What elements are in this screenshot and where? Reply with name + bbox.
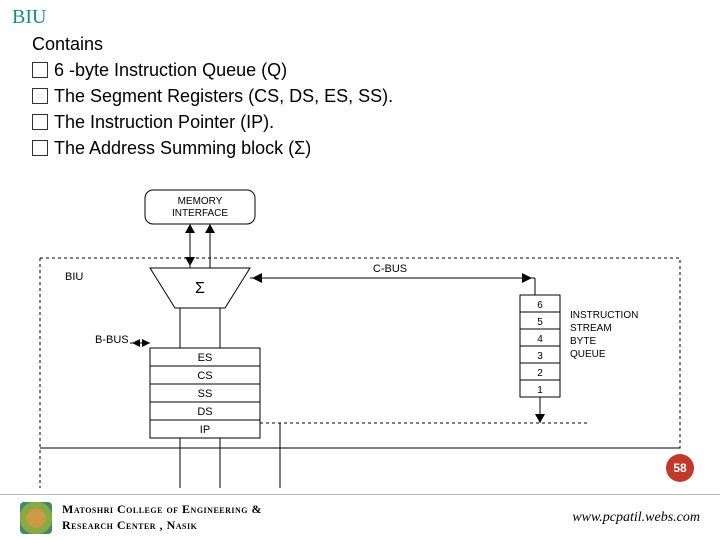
svg-text:3: 3 (537, 351, 543, 362)
svg-text:IP: IP (200, 424, 210, 436)
register-stack: ES CS SS DS IP (150, 348, 260, 438)
cbus-label: C-BUS (373, 263, 407, 275)
college-name: Matoshri College of Engineering & Resear… (62, 502, 262, 532)
bullet-box-icon (32, 88, 48, 104)
svg-text:STREAM: STREAM (570, 323, 612, 334)
svg-text:1: 1 (537, 385, 543, 396)
svg-text:2: 2 (537, 368, 543, 379)
bullet-list: Contains 6 -byte Instruction Queue (Q) T… (0, 29, 720, 161)
instruction-queue: 6 5 4 3 2 1 (520, 295, 560, 397)
svg-text:INTERFACE: INTERFACE (172, 208, 228, 219)
page-number-badge: 58 (666, 454, 694, 482)
biu-diagram: MEMORY INTERFACE Σ BIU C-BUS B-BUS ES CS… (30, 188, 690, 488)
svg-text:INSTRUCTION: INSTRUCTION (570, 310, 638, 321)
bullet-text: The Instruction Pointer (IP). (54, 109, 274, 135)
biu-lbl: BIU (65, 271, 83, 283)
bbus-label: B-BUS (95, 334, 129, 346)
mem-if-label: MEMORY (178, 196, 223, 207)
college-logo-icon (20, 502, 52, 534)
svg-text:CS: CS (197, 370, 212, 382)
svg-text:6: 6 (537, 300, 543, 311)
contains-label: Contains (32, 31, 103, 57)
svg-text:ES: ES (198, 352, 213, 364)
svg-text:QUEUE: QUEUE (570, 349, 606, 360)
slide-title: BIU (0, 0, 720, 29)
sigma-symbol: Σ (195, 280, 205, 297)
website-link[interactable]: www.pcpatil.webs.com (572, 510, 700, 526)
svg-text:4: 4 (537, 334, 543, 345)
svg-text:5: 5 (537, 317, 543, 328)
bullet-box-icon (32, 114, 48, 130)
bullet-text: The Segment Registers (CS, DS, ES, SS). (54, 83, 393, 109)
svg-text:SS: SS (198, 388, 213, 400)
svg-text:DS: DS (197, 406, 212, 418)
svg-text:BYTE: BYTE (570, 336, 596, 347)
bullet-box-icon (32, 62, 48, 78)
bullet-box-icon (32, 140, 48, 156)
bullet-text: 6 -byte Instruction Queue (Q) (54, 57, 287, 83)
slide-footer: Matoshri College of Engineering & Resear… (0, 494, 720, 540)
bullet-text: The Address Summing block (Σ) (54, 135, 311, 161)
